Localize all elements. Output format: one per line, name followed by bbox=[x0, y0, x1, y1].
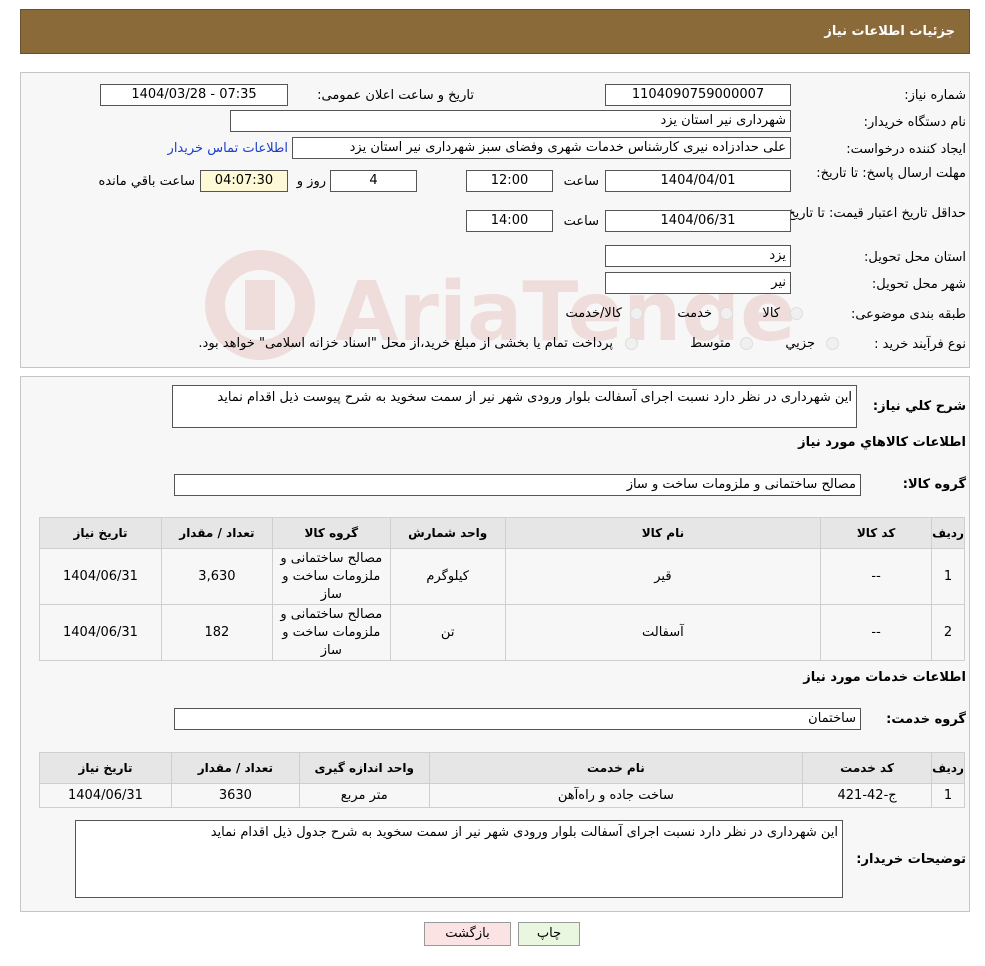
col-name: نام کالا bbox=[504, 517, 822, 549]
announce-label: تاریخ و ساعت اعلان عمومی: bbox=[317, 88, 474, 103]
category-option-goods-service: کالا/خدمت bbox=[565, 306, 622, 321]
col-unit: واحد شمارش bbox=[389, 517, 506, 549]
col-row: ردیف bbox=[931, 752, 965, 784]
col-qty: تعداد / مقدار bbox=[160, 517, 273, 549]
services-group-label: گروه خدمت: bbox=[886, 712, 966, 727]
province-field: یزد bbox=[605, 245, 791, 267]
services-table: ردیف کد خدمت نام خدمت واحد اندازه گیری ت… bbox=[39, 752, 965, 808]
cell-unit: کیلوگرم bbox=[389, 548, 506, 605]
col-name: نام خدمت bbox=[428, 752, 804, 784]
category-label: طبقه بندی موضوعی: bbox=[850, 307, 966, 322]
goods-table-header: ردیف کد کالا نام کالا واحد شمارش گروه کا… bbox=[39, 517, 965, 549]
reply-time-label: ساعت bbox=[563, 174, 599, 189]
cell-unit: تن bbox=[389, 604, 506, 661]
remaining-time-field: 04:07:30 bbox=[200, 170, 288, 192]
category-option-goods: کالا bbox=[762, 306, 780, 321]
category-radio-goods[interactable] bbox=[790, 307, 803, 320]
need-number-label: شماره نیاز: bbox=[904, 88, 966, 103]
services-table-header: ردیف کد خدمت نام خدمت واحد اندازه گیری ت… bbox=[39, 752, 965, 784]
city-field: نیر bbox=[605, 272, 791, 294]
category-radio-service[interactable] bbox=[720, 307, 733, 320]
cell-name: قیر bbox=[504, 548, 822, 605]
cell-date: 1404/06/31 bbox=[39, 783, 172, 808]
process-radio-treasury[interactable] bbox=[625, 337, 638, 350]
price-time-field: 14:00 bbox=[466, 210, 553, 232]
col-group: گروه کالا bbox=[271, 517, 391, 549]
cell-row: 1 bbox=[931, 548, 965, 605]
col-row: ردیف bbox=[931, 517, 965, 549]
province-label: استان محل تحویل: bbox=[864, 250, 966, 265]
category-option-service: خدمت bbox=[677, 306, 712, 321]
cell-row: 1 bbox=[931, 783, 965, 808]
col-unit: واحد اندازه گیری bbox=[298, 752, 430, 784]
remaining-label: ساعت باقي مانده bbox=[98, 174, 195, 189]
process-option-minor: جزیي bbox=[785, 336, 815, 351]
cell-name: ساخت جاده و راه‌آهن bbox=[428, 783, 804, 808]
reply-time-field: 12:00 bbox=[466, 170, 553, 192]
process-option-medium: متوسط bbox=[690, 336, 731, 351]
price-date-field: 1404/06/31 bbox=[605, 210, 791, 232]
city-label: شهر محل تحویل: bbox=[871, 277, 966, 292]
table-row: 1 -- قیر کیلوگرم مصالح ساختمانی و ملزوما… bbox=[39, 548, 965, 605]
buyer-notes-text: این شهرداری در نظر دارد نسبت اجرای آسفال… bbox=[75, 820, 843, 898]
need-number-field: 1104090759000007 bbox=[605, 84, 791, 106]
process-label: نوع فرآیند خرید : bbox=[874, 337, 966, 352]
days-label: روز و bbox=[296, 174, 326, 189]
cell-date: 1404/06/31 bbox=[39, 548, 162, 605]
services-group-field: ساختمان bbox=[174, 708, 861, 730]
days-field: 4 bbox=[330, 170, 417, 192]
page-header: جزئیات اطلاعات نیاز bbox=[20, 9, 970, 54]
description-text: این شهرداری در نظر دارد نسبت اجرای آسفال… bbox=[172, 385, 857, 428]
buyer-org-field: شهرداری نیر استان یزد bbox=[230, 110, 791, 132]
price-validity-label: حداقل تاریخ اعتبار قیمت: تا تاریخ: bbox=[782, 206, 966, 221]
reply-date-field: 1404/04/01 bbox=[605, 170, 791, 192]
print-button[interactable]: چاپ bbox=[518, 922, 580, 946]
cell-qty: 3630 bbox=[170, 783, 300, 808]
description-label: شرح کلي نياز: bbox=[872, 399, 966, 414]
col-date: تاریخ نیاز bbox=[39, 752, 172, 784]
process-note: پرداخت تمام یا بخشی از مبلغ خرید،از محل … bbox=[198, 336, 613, 351]
cell-group: مصالح ساختمانی و ملزومات ساخت و ساز bbox=[271, 548, 391, 605]
creator-label: ایجاد کننده درخواست: bbox=[846, 142, 966, 157]
col-qty: تعداد / مقدار bbox=[170, 752, 300, 784]
cell-unit: متر مربع bbox=[298, 783, 430, 808]
table-row: 1 ج-42-421 ساخت جاده و راه‌آهن متر مربع … bbox=[39, 783, 965, 808]
cell-row: 2 bbox=[931, 604, 965, 661]
goods-group-field: مصالح ساختمانی و ملزومات ساخت و ساز bbox=[174, 474, 861, 496]
buyer-org-label: نام دستگاه خریدار: bbox=[863, 115, 966, 130]
goods-group-label: گروه کالا: bbox=[902, 477, 966, 492]
contact-buyer-link[interactable]: اطلاعات تماس خریدار bbox=[168, 141, 288, 156]
page-title: جزئیات اطلاعات نیاز bbox=[824, 24, 955, 39]
cell-code: -- bbox=[820, 548, 933, 605]
col-code: کد خدمت bbox=[802, 752, 933, 784]
col-date: تاریخ نیاز bbox=[39, 517, 162, 549]
cell-group: مصالح ساختمانی و ملزومات ساخت و ساز bbox=[271, 604, 391, 661]
cell-code: ج-42-421 bbox=[802, 783, 933, 808]
process-radio-minor[interactable] bbox=[826, 337, 839, 350]
buyer-notes-label: توضیحات خریدار: bbox=[856, 852, 966, 867]
cell-date: 1404/06/31 bbox=[39, 604, 162, 661]
reply-deadline-label: مهلت ارسال پاسخ: تا تاریخ: bbox=[816, 166, 966, 181]
cell-code: -- bbox=[820, 604, 933, 661]
process-radio-medium[interactable] bbox=[740, 337, 753, 350]
announce-field: 1404/03/28 - 07:35 bbox=[100, 84, 288, 106]
goods-section-title: اطلاعات کالاهاي مورد نياز bbox=[798, 435, 966, 450]
cell-qty: 3,630 bbox=[160, 548, 273, 605]
cell-name: آسفالت bbox=[504, 604, 822, 661]
creator-field: علی حدادزاده نیری کارشناس خدمات شهری وفض… bbox=[292, 137, 791, 159]
cell-qty: 182 bbox=[160, 604, 273, 661]
table-row: 2 -- آسفالت تن مصالح ساختمانی و ملزومات … bbox=[39, 604, 965, 661]
goods-table: ردیف کد کالا نام کالا واحد شمارش گروه کا… bbox=[39, 517, 965, 661]
back-button[interactable]: بازگشت bbox=[424, 922, 511, 946]
category-radio-goods-service[interactable] bbox=[630, 307, 643, 320]
price-time-label: ساعت bbox=[563, 214, 599, 229]
col-code: کد کالا bbox=[820, 517, 933, 549]
services-section-title: اطلاعات خدمات مورد نياز bbox=[803, 670, 966, 685]
